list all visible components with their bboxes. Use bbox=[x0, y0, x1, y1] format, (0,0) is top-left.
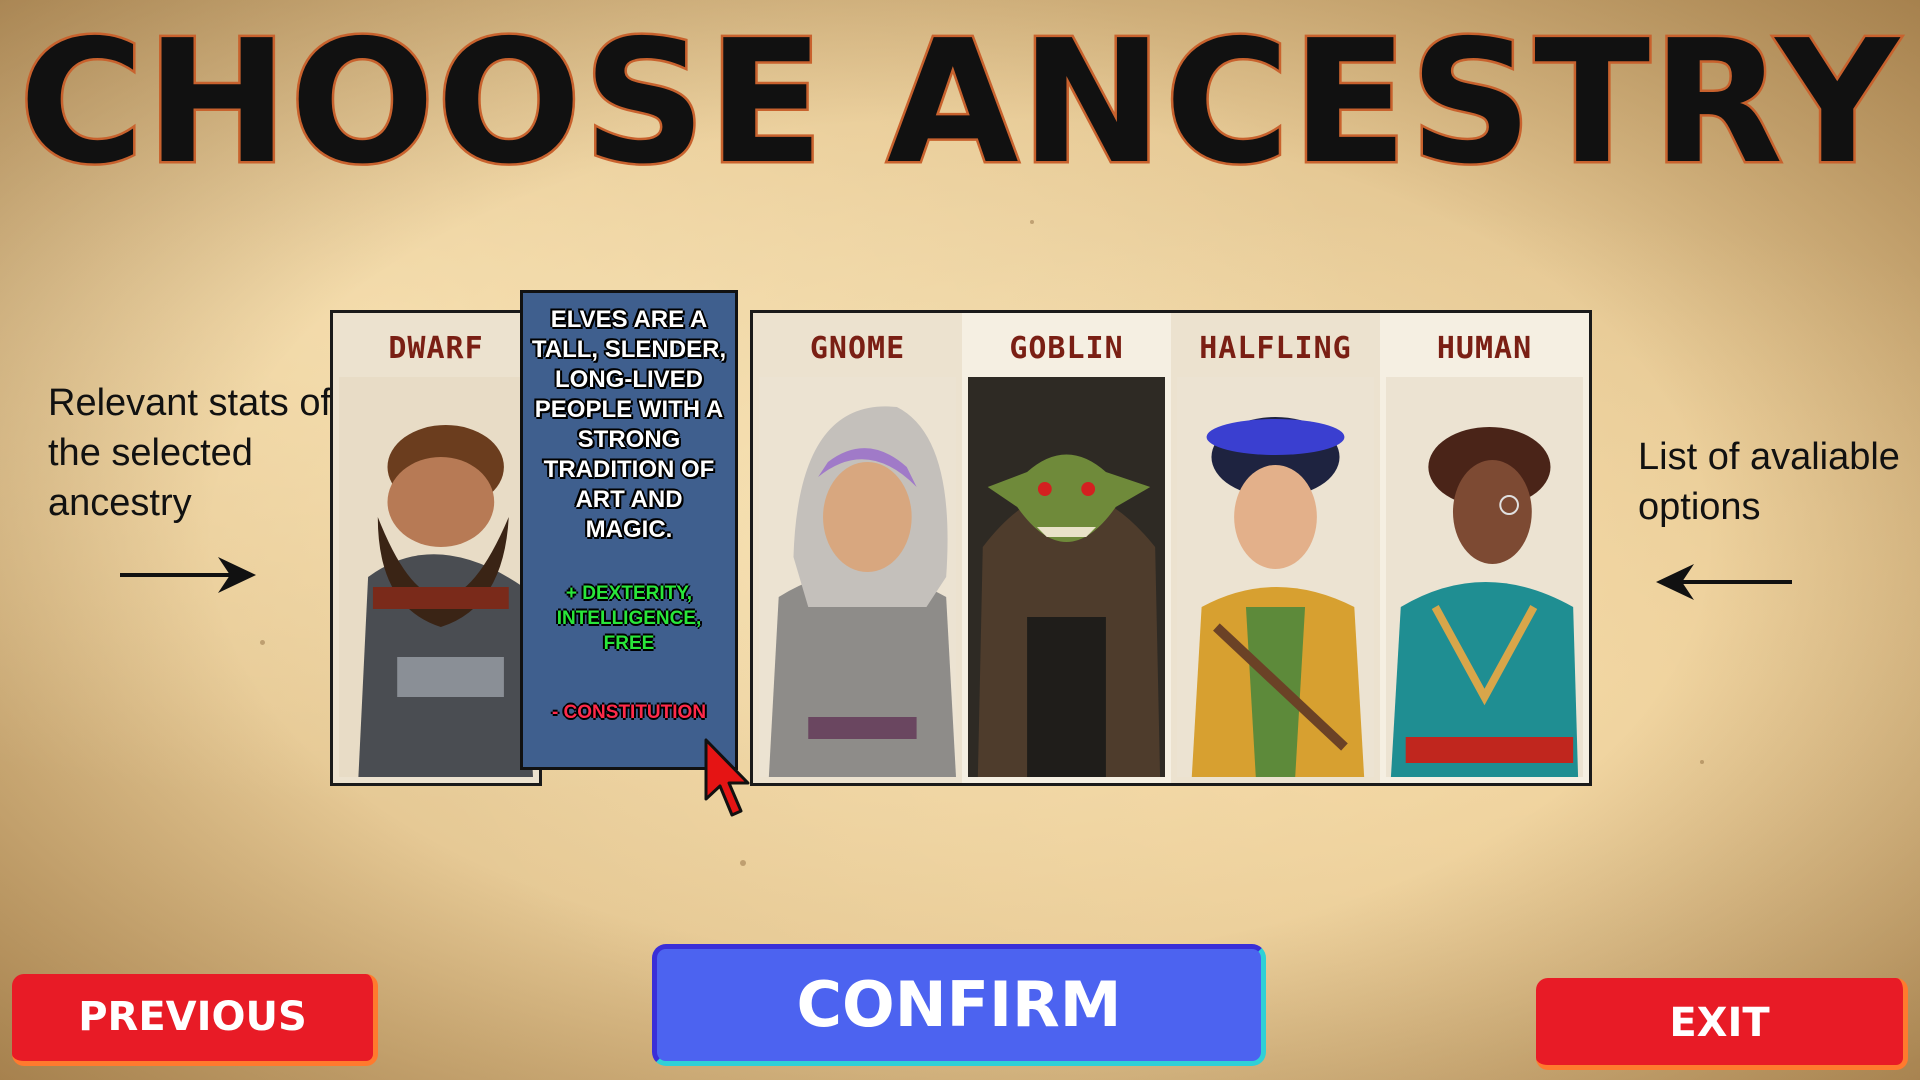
ancestry-card-goblin[interactable]: GOBLIN bbox=[962, 313, 1171, 783]
card-label: HUMAN bbox=[1436, 331, 1533, 366]
options-annotation: List of avaliable options bbox=[1638, 436, 1900, 528]
card-label: GOBLIN bbox=[1009, 331, 1124, 366]
ancestry-card-gnome[interactable]: GNOME bbox=[753, 313, 962, 783]
gnome-portrait bbox=[759, 377, 956, 777]
goblin-portrait bbox=[968, 377, 1165, 777]
previous-button[interactable]: PREVIOUS bbox=[12, 974, 378, 1066]
ability-boosts: + DEXTERITY, INTELLIGENCE, FREE bbox=[556, 583, 702, 654]
card-label-dwarf: DWARF bbox=[388, 331, 484, 366]
screen-title: CHOOSE ANCESTRY bbox=[17, 4, 1902, 202]
arrow-right-icon bbox=[120, 557, 256, 593]
ancestry-card-human[interactable]: HUMAN bbox=[1380, 313, 1589, 783]
parchment-speck bbox=[1030, 220, 1034, 224]
stats-annotation: Relevant stats of the selected ancestry bbox=[48, 382, 332, 524]
ability-flaw: - CONSTITUTION bbox=[551, 702, 707, 723]
card-label: HALFLING bbox=[1199, 331, 1352, 366]
exit-button[interactable]: EXIT bbox=[1536, 978, 1908, 1070]
parchment-speck bbox=[260, 640, 265, 645]
confirm-button[interactable]: CONFIRM bbox=[652, 944, 1266, 1066]
arrow-left-icon bbox=[1656, 564, 1792, 600]
card-label: GNOME bbox=[809, 331, 906, 366]
dwarf-portrait bbox=[339, 377, 533, 777]
ancestry-card-halfling[interactable]: HALFLING bbox=[1171, 313, 1380, 783]
ancestry-stats-panel: ELVES ARE A TALL, SLENDER, LONG-LIVED PE… bbox=[520, 290, 738, 770]
parchment-speck bbox=[1700, 760, 1704, 764]
mouse-cursor-icon bbox=[704, 738, 750, 817]
halfling-portrait bbox=[1177, 377, 1374, 777]
ancestry-description: ELVES ARE A TALL, SLENDER, LONG-LIVED PE… bbox=[531, 306, 727, 543]
ancestry-options-list: GNOME GOBLIN HALFLING HUMAN bbox=[750, 310, 1592, 786]
selected-ancestry-card[interactable]: DWARF bbox=[330, 310, 542, 786]
parchment-speck bbox=[740, 860, 746, 866]
human-portrait bbox=[1386, 377, 1583, 777]
